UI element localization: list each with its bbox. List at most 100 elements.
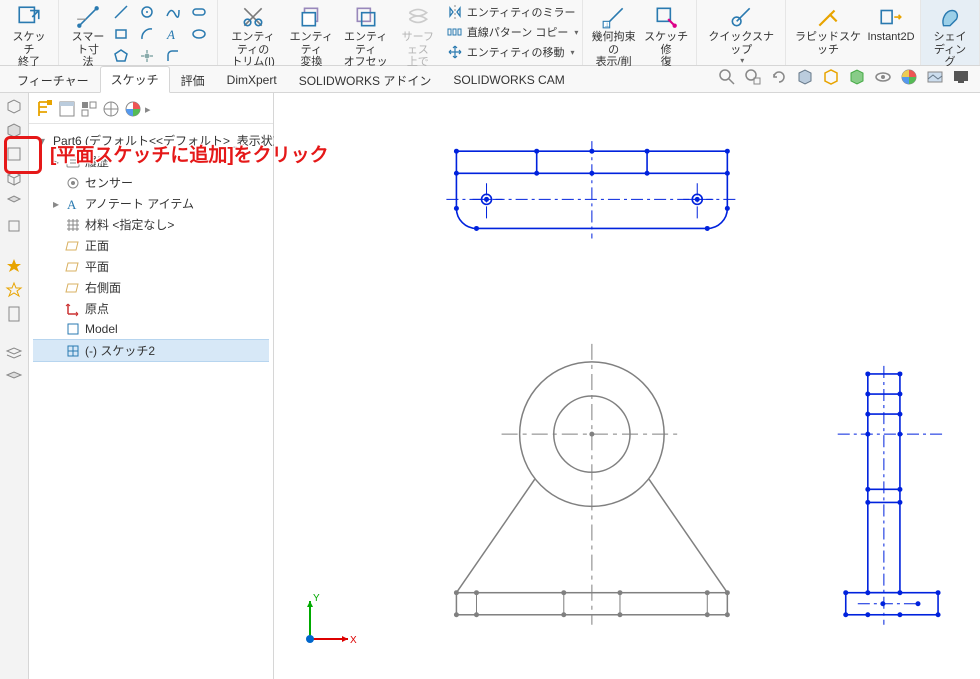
point-icon[interactable] [139, 48, 155, 64]
quick-snap-button[interactable]: クイックスナップ [701, 2, 781, 65]
ellipse-icon[interactable] [191, 26, 207, 42]
tab-evaluate[interactable]: 評価 [170, 67, 216, 93]
doc-icon[interactable] [5, 305, 23, 323]
tree-model[interactable]: Model [33, 319, 269, 339]
appearance-tab-icon[interactable] [123, 99, 143, 119]
tree-front-label: 正面 [85, 237, 109, 254]
sensor-icon [65, 175, 81, 191]
star2-icon[interactable] [5, 281, 23, 299]
slot-icon[interactable] [191, 4, 207, 20]
model-icon [65, 321, 81, 337]
view-prev-icon[interactable] [770, 68, 788, 86]
side-icon-bar [0, 93, 29, 679]
rapid-sketch-button[interactable]: ラピッドスケッチ [790, 2, 866, 56]
mirror-icon [447, 4, 463, 20]
mirror-entity-button[interactable]: エンティティのミラー [447, 4, 579, 20]
tree-annotate[interactable]: ▸ A アノテート アイテム [33, 193, 269, 214]
instant2d-button[interactable]: Instant2D [866, 2, 916, 44]
move-entity-button[interactable]: エンティティの移動 [447, 44, 579, 60]
sketch-repair-button[interactable]: スケッチ修 復 [640, 2, 693, 69]
tree-model-label: Model [85, 322, 118, 336]
panel-tabs-more[interactable]: ▸ [145, 103, 151, 116]
shaded-outline-icon [937, 4, 963, 30]
tree-right-label: 右側面 [85, 279, 121, 296]
layers2-icon[interactable] [5, 369, 23, 387]
tab-dimxpert[interactable]: DimXpert [216, 68, 288, 91]
tree-sensor[interactable]: センサー [33, 172, 269, 193]
tree-top[interactable]: 平面 [33, 256, 269, 277]
zoom-fit-icon[interactable] [718, 68, 736, 86]
linear-pattern-button[interactable]: 直線パターン コピー [447, 24, 579, 40]
line-icon[interactable] [113, 4, 129, 20]
property-tab-icon[interactable] [57, 99, 77, 119]
tab-sketch[interactable]: スケッチ [100, 66, 170, 93]
zoom-area-icon[interactable] [744, 68, 762, 86]
tree-material[interactable]: 材料 <指定なし> [33, 214, 269, 235]
surface-offset-icon [405, 4, 431, 30]
smart-dimension-label: スマート寸 法 [67, 31, 109, 69]
tab-addin[interactable]: SOLIDWORKS アドイン [288, 67, 443, 93]
text-icon[interactable]: A [165, 26, 181, 42]
assembly-icon[interactable] [5, 97, 23, 115]
layers-icon[interactable] [5, 345, 23, 363]
mirror-label: エンティティのミラー [467, 4, 576, 20]
svg-text:⊥: ⊥ [604, 22, 610, 29]
feature-manager-panel: ▸ ▾ Part6 (デフォルト<<デフォルト>_表示状態 1> ▸ 履歴 セン… [29, 93, 274, 679]
pattern-col: エンティティのミラー 直線パターン コピー エンティティの移動 [443, 2, 579, 60]
view-orient-icon[interactable] [822, 68, 840, 86]
group-dim-tools: スマート寸 法 A [59, 0, 218, 65]
feature-tree-tab-icon[interactable] [35, 99, 55, 119]
hide-show-icon[interactable] [874, 68, 892, 86]
tree-sketch2[interactable]: (-) スケッチ2 [33, 339, 269, 362]
sketch-exit-label: スケッチ 終了 [8, 31, 50, 69]
convert-entity-button[interactable]: エンティティ 変換 [284, 2, 338, 69]
origin-icon [65, 301, 81, 317]
dimxpert-tab-icon[interactable] [101, 99, 121, 119]
annotate-icon: A [65, 196, 81, 212]
trim-icon [240, 4, 266, 30]
plane-icon-3 [65, 280, 81, 296]
view-triad: X Y [298, 591, 358, 651]
polygon-icon[interactable] [113, 48, 129, 64]
config-tab-icon[interactable] [79, 99, 99, 119]
tab-features[interactable]: フィーチャー [6, 67, 100, 93]
rect-icon[interactable] [113, 26, 129, 42]
repair-icon [653, 4, 679, 30]
box3-icon[interactable] [5, 217, 23, 235]
tab-cam[interactable]: SOLIDWORKS CAM [442, 68, 575, 91]
sketch-icon [65, 343, 81, 359]
highlight-box [4, 136, 42, 174]
offset-icon [353, 4, 379, 30]
display-style-icon[interactable] [848, 68, 866, 86]
move-icon [447, 44, 463, 60]
section-view-icon[interactable] [796, 68, 814, 86]
command-tabs: フィーチャー スケッチ 評価 DimXpert SOLIDWORKS アドイン … [0, 66, 980, 93]
box2-icon[interactable] [5, 193, 23, 211]
sketch-exit-icon [16, 4, 42, 30]
group-shaded: シェイディング スケッチ輪 郭 [921, 0, 980, 65]
panel-tab-row: ▸ [29, 93, 273, 124]
tree-origin[interactable]: 原点 [33, 298, 269, 319]
arc-icon[interactable] [139, 26, 155, 42]
group-quick: クイックスナップ [697, 0, 786, 65]
viewport-drawing [274, 93, 980, 679]
group-rapid: ラピッドスケッチ Instant2D [786, 0, 921, 65]
tree-front[interactable]: 正面 [33, 235, 269, 256]
quick-snap-icon [728, 4, 754, 30]
viewport-icon[interactable] [952, 68, 970, 86]
appearance-icon[interactable] [900, 68, 918, 86]
scene-icon[interactable] [926, 68, 944, 86]
star-icon[interactable] [5, 257, 23, 275]
svg-text:A: A [166, 27, 175, 42]
linear-pattern-icon [447, 24, 463, 40]
main-area: ▸ ▾ Part6 (デフォルト<<デフォルト>_表示状態 1> ▸ 履歴 セン… [0, 93, 980, 679]
fillet-icon[interactable] [165, 48, 181, 64]
circle-icon[interactable] [139, 4, 155, 20]
graphics-viewport[interactable]: X Y [274, 93, 980, 679]
rapid-sketch-label: ラピッドスケッチ [794, 31, 862, 56]
spline-icon[interactable] [165, 4, 181, 20]
sketch-tools-grid: A [113, 2, 213, 68]
group-relations: ⊥ 幾何拘束の 表示/削除 スケッチ修 復 [583, 0, 697, 65]
tree-right[interactable]: 右側面 [33, 277, 269, 298]
instant2d-icon [878, 4, 904, 30]
